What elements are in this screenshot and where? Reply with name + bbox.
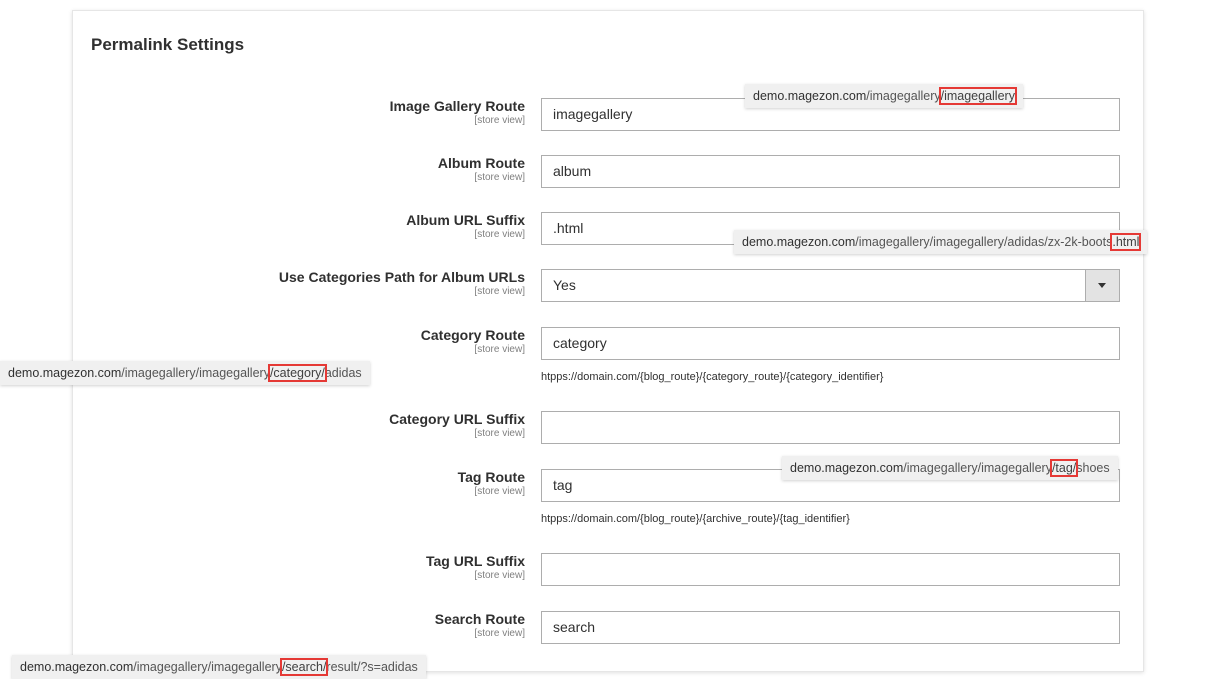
category-url-suffix-input[interactable] — [541, 411, 1120, 444]
field-label-text: Tag URL Suffix — [425, 553, 525, 569]
scope-label: [store view] — [474, 286, 525, 297]
url-preview-tooltip: demo.magezon.com/imagegallery/imagegalle… — [782, 456, 1118, 480]
scope-label: [store view] — [474, 570, 525, 581]
field-label: Album URL Suffix [store view] — [406, 212, 525, 241]
tooltip-highlight: /search/ — [279, 658, 329, 676]
url-preview-tooltip: demo.magezon.com/imagegallery/imagegalle… — [734, 230, 1148, 254]
scope-label: [store view] — [474, 486, 525, 497]
field-note: htpps://domain.com/{blog_route}/{categor… — [541, 371, 884, 383]
field-label: Tag Route [store view] — [458, 469, 525, 498]
field-label: Image Gallery Route [store view] — [390, 98, 525, 127]
panel-title: Permalink Settings — [91, 35, 245, 54]
scope-label: [store view] — [474, 172, 525, 183]
field-label: Category URL Suffix [store view] — [389, 411, 525, 440]
scope-label: [store view] — [474, 428, 525, 439]
field-label-text: Category URL Suffix — [389, 411, 525, 427]
tooltip-domain: demo.magezon.com — [753, 89, 867, 103]
field-label: Search Route [store view] — [435, 611, 525, 640]
tooltip-path: /imagegallery/imagegallery — [903, 461, 1052, 475]
field-label-text: Use Categories Path for Album URLs — [278, 269, 525, 285]
field-label-text: Category Route — [420, 327, 525, 343]
use-categories-path-select[interactable]: Yes — [541, 269, 1120, 302]
url-preview-tooltip: demo.magezon.com/imagegallery/imagegalle… — [0, 361, 370, 385]
url-preview-tooltip: demo.magezon.com/imagegallery/imagegalle… — [745, 84, 1023, 108]
tooltip-domain: demo.magezon.com — [790, 461, 904, 475]
permalink-settings-panel: Permalink Settings Image Gallery Route [… — [72, 10, 1144, 672]
tooltip-path: /imagegallery/imagegallery/adidas/zx-2k-… — [855, 235, 1113, 249]
url-preview-tooltip: demo.magezon.com/imagegallery/imagegalle… — [12, 655, 426, 679]
tooltip-path: /imagegallery/imagegallery — [133, 660, 282, 674]
tooltip-highlight: /imagegallery — [938, 87, 1017, 105]
tag-url-suffix-input[interactable] — [541, 553, 1120, 586]
scope-label: [store view] — [474, 344, 525, 355]
tooltip-suffix: shoes — [1076, 461, 1110, 475]
tooltip-suffix: result/?s=adidas — [326, 660, 418, 674]
field-label: Album Route [store view] — [438, 155, 525, 184]
tooltip-path: /imagegallery — [866, 89, 941, 103]
select-toggle[interactable] — [1085, 270, 1119, 301]
select-value: Yes — [553, 277, 576, 293]
tooltip-domain: demo.magezon.com — [8, 366, 122, 380]
scope-label: [store view] — [474, 115, 525, 126]
category-route-input[interactable]: category — [541, 327, 1120, 360]
tooltip-suffix: adidas — [324, 366, 362, 380]
field-label-text: Album URL Suffix — [406, 212, 525, 228]
tooltip-domain: demo.magezon.com — [742, 235, 856, 249]
tooltip-domain: demo.magezon.com — [20, 660, 134, 674]
tooltip-highlight: /tag/ — [1049, 459, 1079, 477]
tooltip-path: /imagegallery/imagegallery — [121, 366, 270, 380]
field-label-text: Album Route — [437, 155, 525, 171]
chevron-down-icon — [1098, 283, 1106, 288]
field-label: Tag URL Suffix [store view] — [426, 553, 525, 582]
scope-label: [store view] — [474, 628, 525, 639]
field-label-text: Tag Route — [457, 469, 525, 485]
field-label-text: Search Route — [434, 611, 525, 627]
field-label: Use Categories Path for Album URLs [stor… — [279, 269, 525, 298]
field-label: Category Route [store view] — [421, 327, 525, 356]
scope-label: [store view] — [474, 229, 525, 240]
album-route-input[interactable]: album — [541, 155, 1120, 188]
tooltip-highlight: .html — [1110, 233, 1142, 251]
search-route-input[interactable]: search — [541, 611, 1120, 644]
field-note: htpps://domain.com/{blog_route}/{archive… — [541, 513, 850, 525]
field-label-text: Image Gallery Route — [389, 98, 525, 114]
tooltip-highlight: /category/ — [267, 364, 327, 382]
